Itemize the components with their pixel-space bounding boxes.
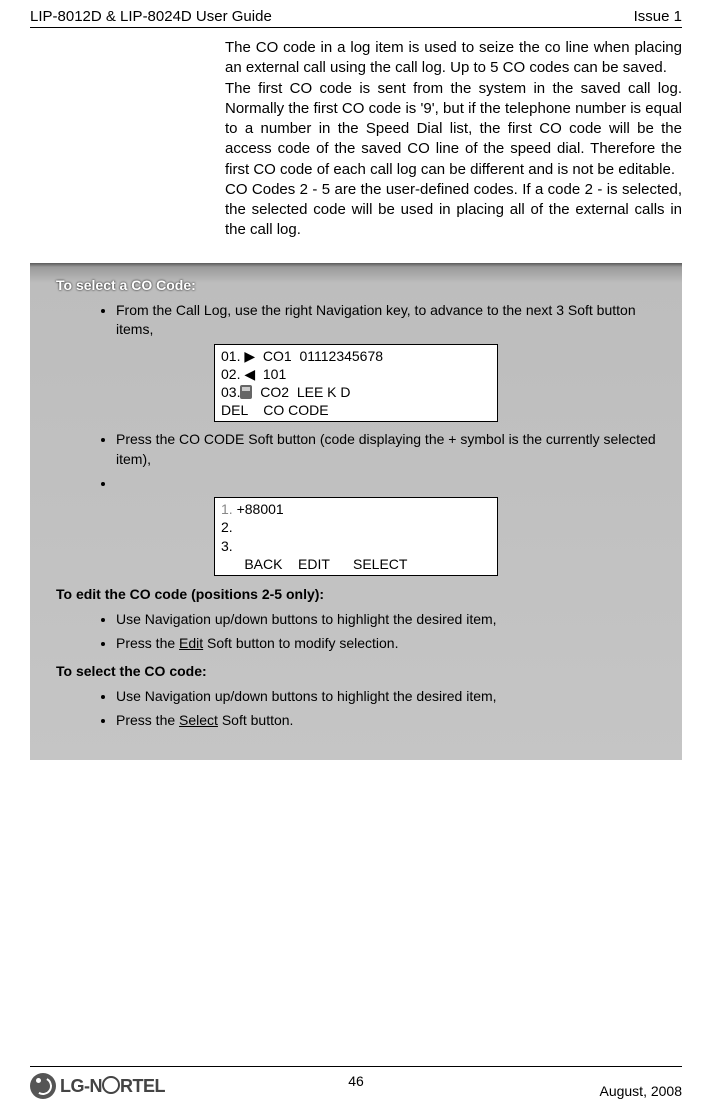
section-head-select-the-co-code: To select the CO code: [56, 663, 656, 679]
lcd-screen-1: 01. ▶ CO1 01112345678 02. ◀ 101 03. CO2 … [214, 344, 498, 423]
logo-text: LG-NRTEL [60, 1076, 165, 1097]
screen1-line2: 02. ◀ 101 [221, 365, 491, 383]
step-select-highlight: Use Navigation up/down buttons to highli… [116, 687, 656, 707]
page-header: LIP-8012D & LIP-8024D User Guide Issue 1 [30, 0, 682, 28]
screen2-line1: 1. +88001 [221, 500, 491, 518]
step-edit-highlight: Use Navigation up/down buttons to highli… [116, 610, 656, 630]
paragraph-1: The CO code in a log item is used to sei… [225, 38, 682, 79]
screen2-line4: BACK EDIT SELECT [221, 555, 491, 573]
body-paragraphs: The CO code in a log item is used to sei… [225, 38, 682, 241]
screen2-line3: 3. [221, 537, 491, 555]
issue-number: Issue 1 [634, 8, 682, 25]
screen2-line2: 2. [221, 518, 491, 536]
paragraph-3: CO Codes 2 - 5 are the user-defined code… [225, 180, 682, 241]
section-head-select-co-code: To select a CO Code: [56, 277, 656, 293]
step-empty [116, 474, 656, 494]
step-edit-press: Press the Edit Soft button to modify sel… [116, 634, 656, 654]
doc-title: LIP-8012D & LIP-8024D User Guide [30, 8, 272, 25]
select-softbutton-label: Select [179, 712, 218, 728]
page-footer: LG-NRTEL August, 2008 46 [30, 1066, 682, 1099]
screen1-line3: 03. CO2 LEE K D [221, 383, 491, 401]
screen1-line1: 01. ▶ CO1 01112345678 [221, 347, 491, 365]
cellphone-icon [240, 385, 252, 399]
lg-logo-icon [30, 1073, 56, 1099]
lg-nortel-logo: LG-NRTEL [30, 1073, 165, 1099]
step-press-co-code: Press the CO CODE Soft button (code disp… [116, 430, 656, 469]
page-number: 46 [348, 1073, 364, 1089]
paragraph-2: The first CO code is sent from the syste… [225, 79, 682, 180]
edit-softbutton-label: Edit [179, 635, 203, 651]
instruction-box: To select a CO Code: From the Call Log, … [30, 263, 682, 761]
screen1-line4: DEL CO CODE [221, 401, 491, 419]
section-head-edit-co-code: To edit the CO code (positions 2-5 only)… [56, 586, 656, 602]
footer-date: August, 2008 [599, 1083, 682, 1099]
nortel-o-icon [102, 1076, 120, 1094]
lcd-screen-2: 1. +88001 2. 3. BACK EDIT SELECT [214, 497, 498, 576]
step-select-press: Press the Select Soft button. [116, 711, 656, 731]
step-advance-softbuttons: From the Call Log, use the right Navigat… [116, 301, 656, 340]
